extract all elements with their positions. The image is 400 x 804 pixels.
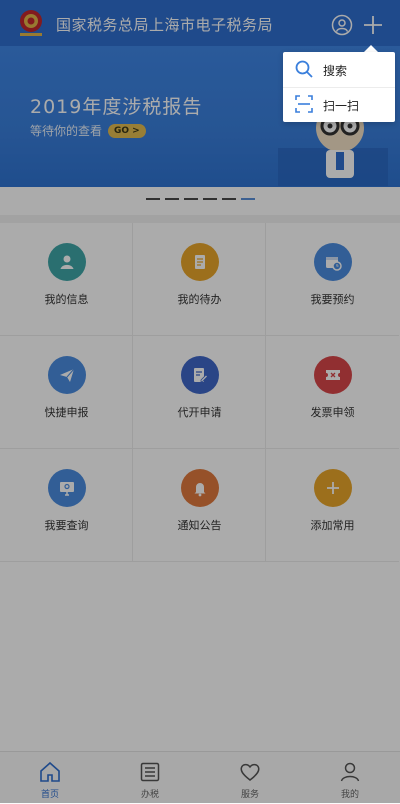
menu-item-label: 扫一扫 [323, 99, 360, 113]
app-root: 国家税务总局上海市电子税务局 2019年度涉税报告 等待你的查看 GO > 我的… [0, 0, 400, 804]
search-icon [294, 59, 314, 79]
menu-item-scan[interactable]: 扫一扫 [283, 87, 395, 122]
menu-item-search[interactable]: 搜索 [283, 52, 395, 87]
scan-icon [294, 94, 314, 114]
dropdown-caret [364, 45, 378, 52]
quick-action-menu: 搜索 扫一扫 [283, 52, 395, 122]
menu-item-label: 搜索 [323, 64, 348, 78]
